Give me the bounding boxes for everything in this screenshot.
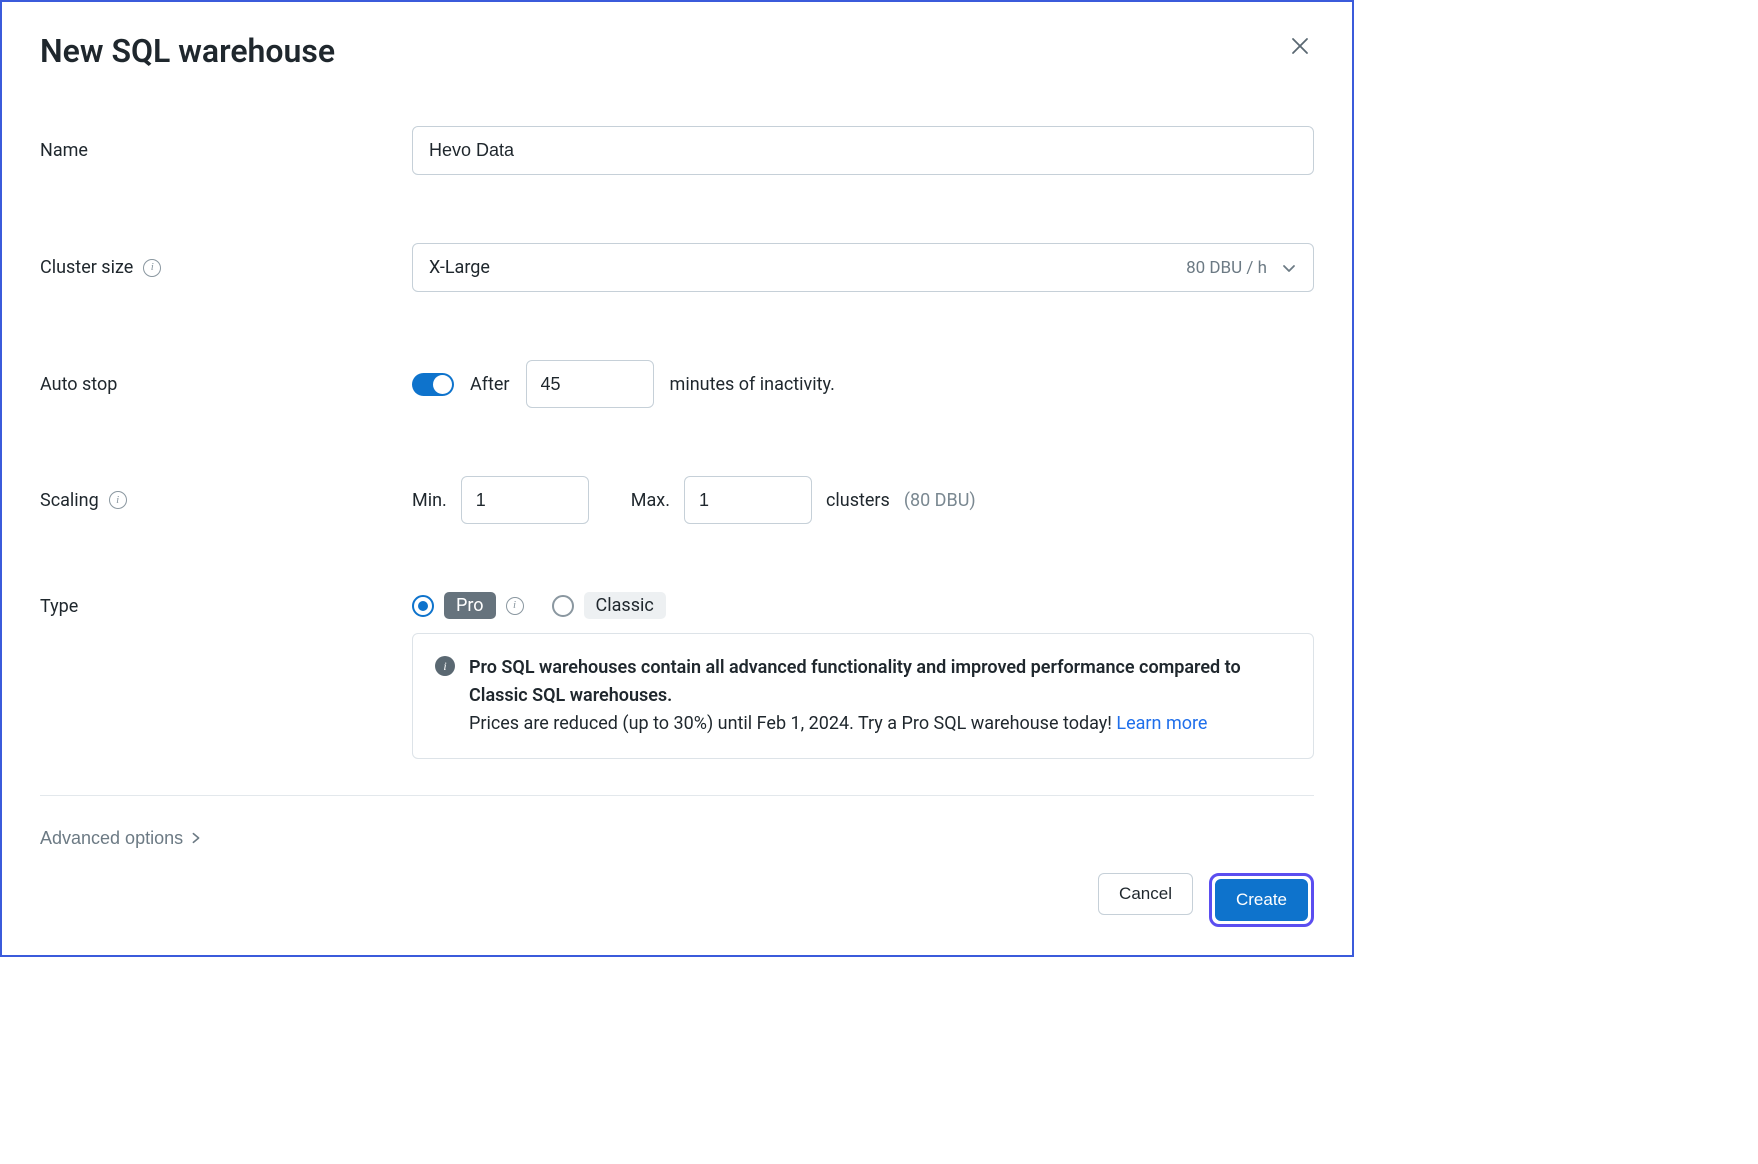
cluster-size-value: X-Large [429,257,490,278]
scaling-clusters-label: clusters [826,490,890,511]
advanced-options-label: Advanced options [40,828,183,849]
type-pro-pill: Pro [444,592,496,619]
advanced-options-toggle[interactable]: Advanced options [40,828,203,849]
cluster-size-label: Cluster size [40,257,133,278]
radio-icon [412,595,434,617]
info-icon[interactable]: i [109,491,127,509]
close-icon [1290,36,1310,56]
info-icon[interactable]: i [143,259,161,277]
chevron-down-icon [1281,260,1297,276]
type-notice: i Pro SQL warehouses contain all advance… [412,633,1314,759]
info-icon: i [435,656,455,676]
type-label: Type [40,592,412,617]
close-button[interactable] [1286,32,1314,60]
scaling-max-input[interactable] [684,476,812,524]
auto-stop-label: Auto stop [40,374,412,395]
scaling-max-label: Max. [631,490,670,511]
new-sql-warehouse-dialog: New SQL warehouse Name Cluster size i X-… [0,0,1354,957]
type-radio-classic[interactable]: Classic [552,592,666,619]
info-icon[interactable]: i [506,597,524,615]
auto-stop-toggle[interactable] [412,373,454,396]
type-classic-pill: Classic [584,592,666,619]
name-input[interactable] [412,126,1314,175]
create-button[interactable]: Create [1215,879,1308,921]
auto-stop-suffix: minutes of inactivity. [670,374,835,395]
divider [40,795,1314,796]
notice-heading: Pro SQL warehouses contain all advanced … [469,657,1241,706]
scaling-min-label: Min. [412,490,447,511]
auto-stop-after-label: After [470,374,510,395]
radio-icon [552,595,574,617]
learn-more-link[interactable]: Learn more [1116,713,1207,734]
chevron-right-icon [189,831,203,845]
type-radio-pro[interactable]: Pro i [412,592,524,619]
cancel-button[interactable]: Cancel [1098,873,1193,915]
auto-stop-minutes-input[interactable] [526,360,654,408]
scaling-dbu: (80 DBU) [904,490,976,511]
cluster-size-cost: 80 DBU / h [1186,258,1267,278]
scaling-min-input[interactable] [461,476,589,524]
name-label: Name [40,140,412,161]
notice-body-text: Prices are reduced (up to 30%) until Feb… [469,713,1116,734]
create-button-highlight: Create [1209,873,1314,927]
dialog-title: New SQL warehouse [40,32,335,70]
scaling-label: Scaling [40,490,99,511]
cluster-size-select[interactable]: X-Large 80 DBU / h [412,243,1314,292]
